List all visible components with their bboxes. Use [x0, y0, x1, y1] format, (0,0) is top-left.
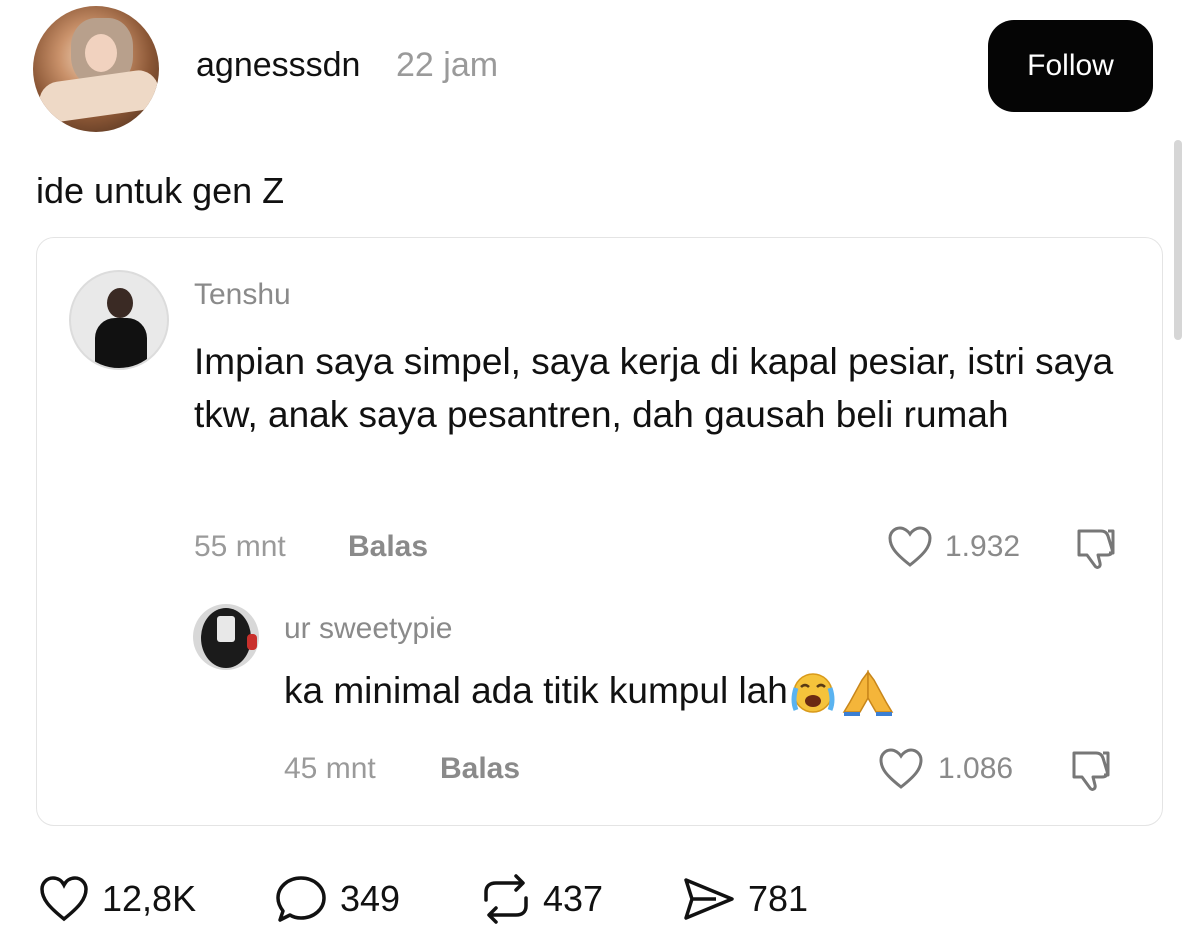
crying-face-icon [791, 673, 835, 713]
comment-reply-button[interactable]: Balas [348, 530, 428, 564]
avatar-face [85, 34, 117, 72]
heart-icon[interactable] [877, 746, 925, 792]
heart-icon[interactable] [886, 524, 934, 570]
post-caption: ide untuk gen Z [36, 170, 285, 211]
reply-like-count: 1.086 [938, 752, 1014, 785]
share-count: 781 [748, 878, 809, 919]
avatar-body [95, 318, 147, 368]
avatar-head [107, 288, 133, 318]
follow-button[interactable]: Follow [988, 20, 1153, 112]
reply-text-row: ka minimal ada titik kumpul lah [284, 668, 898, 718]
scrollbar[interactable] [1174, 140, 1182, 340]
reply-avatar[interactable] [193, 604, 259, 670]
post-time: 22 jam [396, 46, 499, 84]
reply-author[interactable]: ur sweetypie [284, 612, 452, 646]
avatar-phone [217, 616, 235, 642]
comment-text: Impian saya simpel, saya kerja di kapal … [194, 341, 1114, 435]
reply-reply-button[interactable]: Balas [440, 752, 520, 786]
avatar-arm [36, 67, 159, 125]
comment-icon[interactable] [274, 874, 328, 924]
reply-text: ka minimal ada titik kumpul lah [284, 669, 788, 711]
poster-username[interactable]: agnesssdn [196, 46, 360, 85]
comment-like-count: 1.932 [945, 530, 1021, 563]
comment-time: 55 mnt [194, 530, 286, 563]
comment-author[interactable]: Tenshu [194, 278, 291, 312]
comment-avatar[interactable] [69, 270, 169, 370]
share-icon[interactable] [680, 876, 736, 922]
avatar-accent [247, 634, 257, 650]
folded-hands-icon [842, 669, 894, 716]
thumbs-down-icon[interactable] [1068, 747, 1114, 793]
repost-count: 437 [543, 878, 604, 919]
comment-count: 349 [340, 878, 401, 919]
like-heart-icon[interactable] [38, 875, 90, 923]
reply-time: 45 mnt [284, 752, 376, 785]
like-count: 12,8K [102, 878, 197, 919]
poster-avatar[interactable] [33, 6, 159, 132]
thumbs-down-icon[interactable] [1073, 525, 1119, 571]
repost-icon[interactable] [478, 874, 534, 924]
